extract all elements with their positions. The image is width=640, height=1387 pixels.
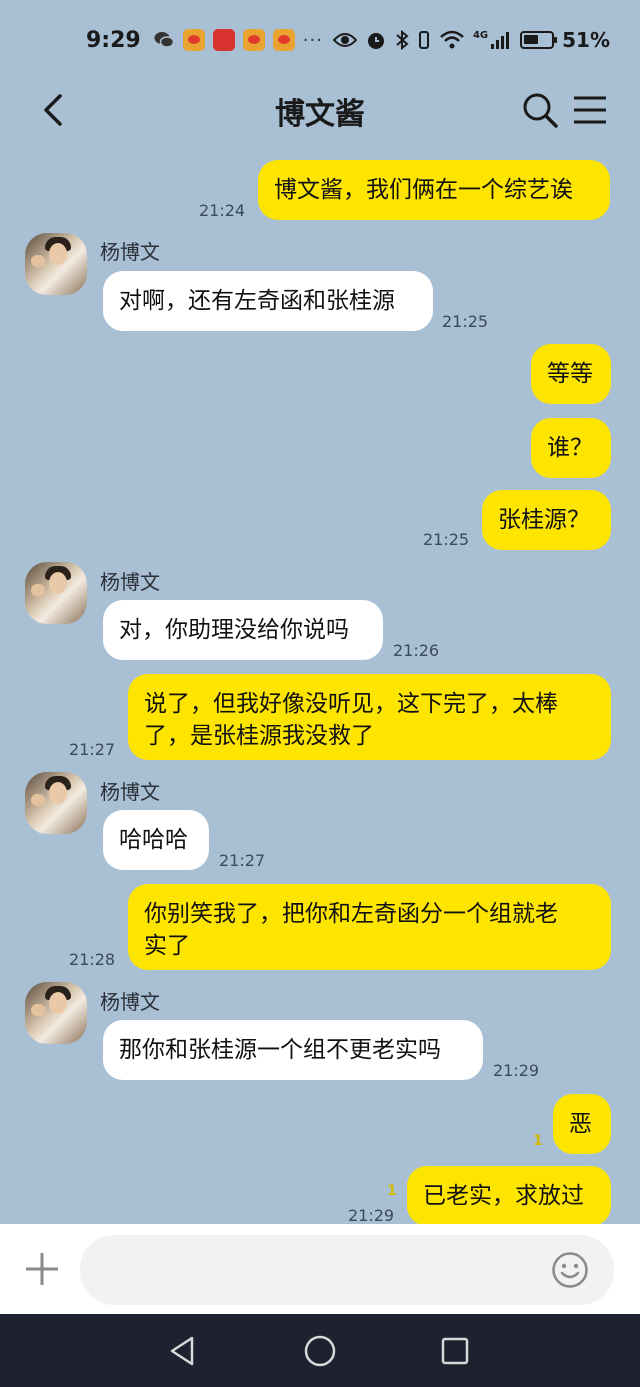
- chat-title: 博文酱: [275, 97, 365, 132]
- unread-count: 1: [533, 1133, 543, 1149]
- message-bubble-received[interactable]: 那你和张桂源一个组不更老实吗: [103, 1020, 483, 1080]
- message-text: 那你和张桂源一个组不更老实吗: [119, 1037, 441, 1063]
- battery-level: 51%: [562, 28, 610, 52]
- message-bubble-sent[interactable]: 你别笑我了，把你和左奇函分一个组就老 实了: [128, 884, 611, 970]
- status-time: 9:29: [86, 27, 141, 53]
- message-time: 21:27: [69, 740, 116, 759]
- message-bubble-sent[interactable]: 已老实，求放过: [407, 1166, 611, 1226]
- message-bubble-received[interactable]: 对，你助理没给你说吗: [103, 600, 383, 660]
- avatar[interactable]: [25, 772, 87, 834]
- status-right: 4G 51%: [332, 28, 610, 52]
- message-bubble-sent[interactable]: 博文酱，我们俩在一个综艺诶: [258, 160, 610, 220]
- search-icon[interactable]: [520, 90, 560, 130]
- avatar[interactable]: [25, 233, 87, 295]
- message-bubble-sent[interactable]: 等等: [531, 344, 611, 404]
- avatar[interactable]: [25, 982, 87, 1044]
- weibo-icon: [242, 29, 265, 51]
- message-time: 21:26: [393, 641, 440, 660]
- message-bubble-received[interactable]: 对啊，还有左奇函和张桂源: [103, 271, 433, 331]
- status-bar: 9:29 ··· 4G 51%: [0, 0, 640, 80]
- nav-recent-apps-icon[interactable]: [440, 1336, 470, 1366]
- system-navigation-bar: [0, 1314, 640, 1387]
- message-text: 哈哈哈: [119, 827, 188, 853]
- message-time: 21:29: [348, 1206, 395, 1225]
- app-notification-icon: [212, 29, 235, 51]
- message-text: 等等: [547, 361, 593, 387]
- message-text-line: 说了，但我好像没听见，这下完了，太棒: [144, 691, 558, 717]
- bluetooth-icon: [396, 29, 409, 51]
- menu-icon[interactable]: [570, 90, 610, 130]
- message-text-line: 了，是张桂源我没救了: [144, 723, 374, 749]
- unread-count: 1: [387, 1183, 397, 1199]
- message-time: 21:29: [493, 1061, 540, 1080]
- message-bubble-received[interactable]: 哈哈哈: [103, 810, 209, 870]
- message-time: 21:24: [199, 201, 246, 220]
- message-text-line: 实了: [144, 933, 190, 959]
- status-left: 9:29 ···: [86, 28, 323, 53]
- weibo-icon: [272, 29, 295, 51]
- message-text: 谁？: [547, 435, 593, 461]
- message-text: 恶: [569, 1111, 592, 1137]
- message-time: 21:25: [423, 530, 470, 549]
- nav-back-icon[interactable]: [166, 1334, 200, 1368]
- message-bubble-sent[interactable]: 说了，但我好像没听见，这下完了，太棒 了，是张桂源我没救了: [128, 674, 611, 760]
- sender-name: 杨博文: [100, 780, 160, 804]
- nav-home-icon[interactable]: [302, 1333, 338, 1369]
- message-time: 21:25: [442, 312, 489, 331]
- message-bubble-sent[interactable]: 谁？: [531, 418, 611, 478]
- plus-icon[interactable]: [22, 1249, 62, 1289]
- chat-header: 博文酱: [0, 80, 640, 142]
- sender-name: 杨博文: [100, 240, 160, 264]
- message-text: 博文酱，我们俩在一个综艺诶: [274, 177, 573, 203]
- message-time: 21:27: [219, 851, 266, 870]
- more-notifications-icon: ···: [302, 29, 323, 51]
- battery-icon: [520, 31, 558, 49]
- message-input-bar: [0, 1224, 640, 1314]
- sender-name: 杨博文: [100, 990, 160, 1014]
- eye-icon: [332, 33, 357, 47]
- message-text: 对，你助理没给你说吗: [119, 617, 349, 643]
- avatar[interactable]: [25, 562, 87, 624]
- network-type: 4G: [472, 29, 489, 41]
- wifi-icon: [440, 30, 464, 49]
- message-time: 21:28: [69, 950, 116, 969]
- message-text-line: 你别笑我了，把你和左奇函分一个组就老: [144, 901, 558, 927]
- alarm-icon: [367, 33, 384, 49]
- message-text: 对啊，还有左奇函和张桂源: [119, 288, 395, 314]
- emoji-icon[interactable]: [551, 1251, 589, 1289]
- message-bubble-sent[interactable]: 张桂源？: [482, 490, 611, 550]
- message-input[interactable]: [80, 1235, 614, 1305]
- sender-name: 杨博文: [100, 570, 160, 594]
- signal-icon: [491, 32, 510, 49]
- vibrate-icon: [418, 31, 429, 49]
- chevron-left-icon[interactable]: [34, 90, 74, 130]
- message-text: 张桂源？: [498, 507, 590, 533]
- message-bubble-sent[interactable]: 恶: [553, 1094, 611, 1154]
- weibo-icon: [182, 29, 205, 51]
- wechat-icon: [154, 32, 174, 48]
- message-text: 已老实，求放过: [423, 1183, 584, 1209]
